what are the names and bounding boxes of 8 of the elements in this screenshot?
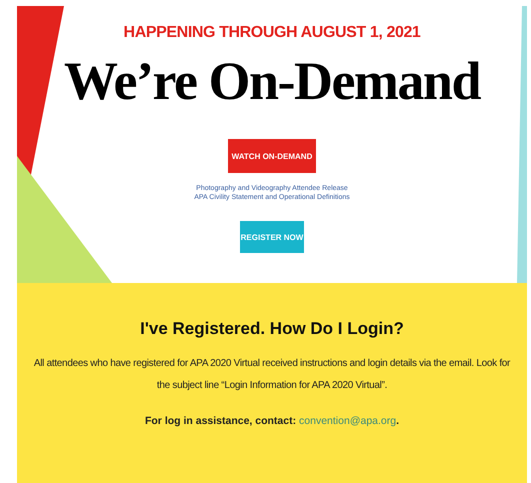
event-date: HAPPENING THROUGH AUGUST 1, 2021 <box>124 24 420 42</box>
section-heading: I've Registered. How Do I Login? <box>140 319 404 339</box>
page-heading: We’re On-Demand <box>64 52 480 112</box>
email-link[interactable]: convention@apa.org <box>299 415 396 427</box>
register-button[interactable]: REGISTER NOW <box>240 221 304 254</box>
login-instructions: All attendees who have registered for APA 2020 Virtual received instructions and login details via the email. Look for the subject line “Login Information for APA 2020 Virtual”. <box>33 357 511 393</box>
watch-button[interactable]: WATCH ON-DEMAND <box>228 139 316 174</box>
contact-text: For log in assistance, contact: convention@apa.org. <box>144 415 400 427</box>
